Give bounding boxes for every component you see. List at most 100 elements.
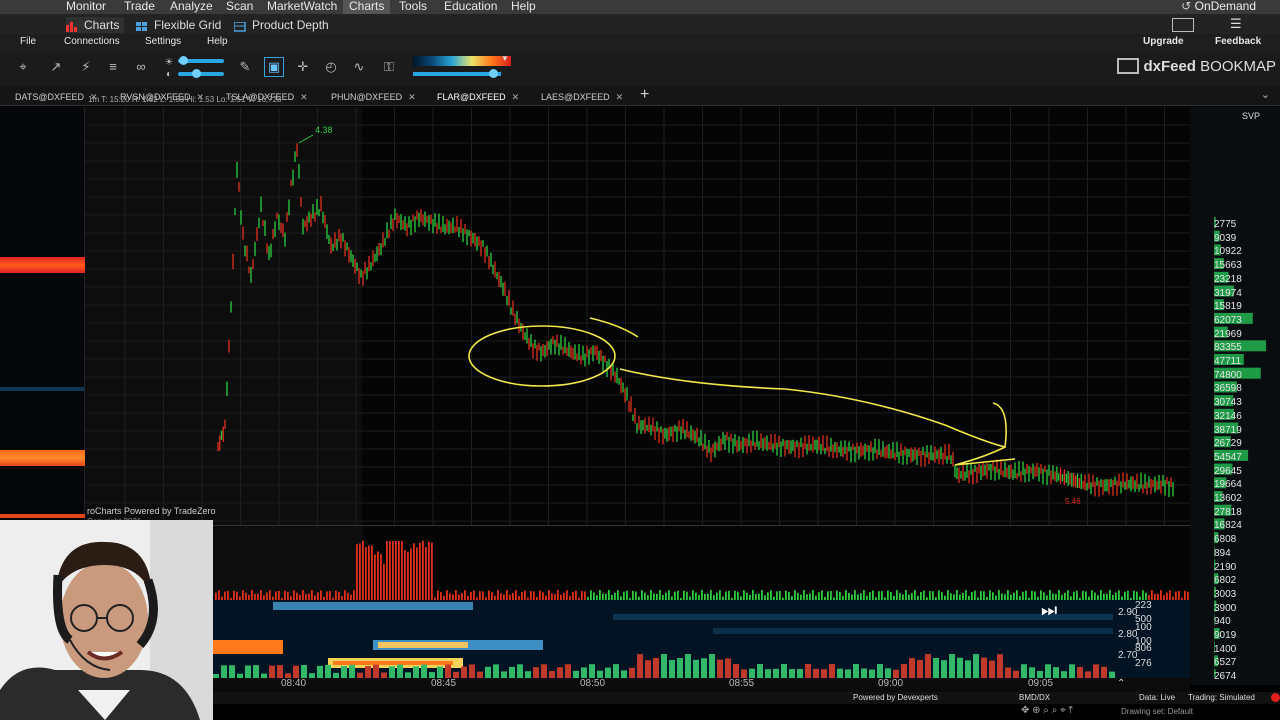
liquidity-band — [378, 642, 468, 648]
svp-value: 940 — [1214, 616, 1231, 628]
menu-education[interactable]: Education — [444, 0, 497, 14]
strategy-icon[interactable]: ⚡ — [77, 58, 95, 76]
heatmap-volume-bar — [773, 668, 779, 678]
chat-icon[interactable]: ▣ — [264, 57, 284, 77]
heatmap-volume-bar — [701, 658, 707, 678]
heatmap-volume-bar — [661, 654, 667, 678]
price-chart-svg: 4.38 5.46 roCharts Powered by TradeZero … — [85, 107, 1190, 526]
symbol-tab[interactable]: DATS@DXFEED ✕ — [15, 92, 98, 103]
grid-icon — [136, 20, 148, 31]
symbol-tab-label: PHUN@DXFEED — [331, 92, 403, 102]
tab-product-depth[interactable]: Product Depth — [233, 17, 329, 33]
heatmap-volume-bar — [981, 657, 987, 678]
svp-value: 894 — [1214, 547, 1231, 559]
heatmap-volume-bar — [917, 659, 923, 678]
close-icon[interactable]: ✕ — [512, 92, 520, 102]
bookmap-heatmap[interactable]: ⏭ 223 2.90 500 100 2.80 100 806 2.70 276 — [213, 600, 1190, 678]
menu-bookmap-help[interactable]: Help — [207, 36, 228, 47]
upgrade-link[interactable]: Upgrade — [1143, 36, 1184, 47]
heatmap-volume-bar — [549, 671, 555, 678]
heatmap-volume-bar — [989, 660, 995, 678]
heatmap-volume-bar — [717, 659, 723, 678]
timer-icon[interactable]: ◴ — [322, 58, 340, 76]
menu-settings[interactable]: Settings — [145, 36, 181, 47]
menu-scan[interactable]: Scan — [226, 0, 253, 14]
heatmap-volume-bar — [581, 667, 587, 678]
snapshot-icon[interactable]: ⌖ — [14, 58, 32, 76]
menu-file[interactable]: File — [20, 36, 36, 47]
volume-svg — [213, 526, 1189, 601]
svp-value: 74800 — [1214, 369, 1242, 381]
heatmap-volume-bar — [1021, 664, 1027, 678]
contrast-slider[interactable] — [178, 69, 224, 78]
price-chart[interactable]: 4.38 5.46 roCharts Powered by TradeZero … — [85, 95, 1190, 526]
time-label: 09:05 — [1028, 678, 1054, 689]
heatmap-volume-bar — [557, 667, 563, 678]
symbol-tab-active[interactable]: FLAR@DXFEED ✕ — [437, 92, 519, 103]
heatmap-range-slider[interactable] — [413, 69, 501, 78]
bar-chart-icon — [66, 20, 78, 32]
record-icon[interactable] — [1271, 693, 1280, 702]
symbol-tab[interactable]: PHUN@DXFEED ✕ — [331, 92, 416, 103]
close-icon[interactable]: ✕ — [300, 92, 308, 102]
chevron-up-icon[interactable]: ⌃ — [1117, 678, 1125, 689]
heatmap-volume-bar — [461, 666, 467, 678]
webcam-person-image — [0, 520, 213, 720]
heatmap-volume-bar — [277, 665, 283, 678]
menu-monitor[interactable]: Monitor — [66, 0, 106, 14]
layers-icon[interactable]: ≡ — [104, 58, 122, 76]
window-frame-icon[interactable] — [1172, 18, 1194, 32]
pencil-icon[interactable]: ✎ — [236, 58, 254, 76]
heatmap-volume-bar — [365, 666, 371, 678]
liquidity-level — [0, 514, 85, 518]
svp-value: 6808 — [1214, 534, 1237, 546]
menu-trade[interactable]: Trade — [124, 0, 155, 14]
heatmap-volume-bar — [589, 664, 595, 678]
share-icon[interactable]: ↗ — [47, 58, 65, 76]
depth-icon — [233, 20, 246, 32]
time-label: 08:50 — [580, 678, 606, 689]
volume-bar — [401, 541, 403, 601]
feedback-link[interactable]: Feedback — [1215, 36, 1261, 47]
svp-value: 9039 — [1214, 232, 1237, 244]
close-icon[interactable]: ✕ — [616, 92, 624, 102]
tab-charts-label: Charts — [84, 18, 120, 32]
hamburger-menu-icon[interactable]: ☰ — [1230, 16, 1242, 32]
svp-value: 47711 — [1214, 356, 1242, 367]
add-tab-icon[interactable]: + — [640, 86, 649, 104]
tab-charts[interactable]: Charts — [66, 17, 124, 33]
dxfeed-bookmap-logo: dxFeed BOOKMAP — [1117, 58, 1276, 75]
menu-tools[interactable]: Tools — [399, 0, 427, 14]
svp-value: 6802 — [1214, 575, 1237, 587]
volume-bar — [425, 547, 427, 601]
svp-value: 19664 — [1214, 479, 1242, 491]
heatmap-volume-bar — [637, 654, 643, 678]
menu-connections[interactable]: Connections — [64, 36, 120, 47]
heatmap-volume-bar — [757, 664, 763, 678]
ondemand-button[interactable]: ↺ OnDemand — [1181, 0, 1256, 13]
svp-value: 23218 — [1214, 273, 1242, 285]
lock-icon[interactable]: ⚿ — [380, 58, 398, 76]
volume-bar — [422, 540, 424, 601]
indicator-icon[interactable]: ∿ — [350, 58, 368, 76]
liquidity-band — [333, 661, 453, 665]
close-icon[interactable]: ✕ — [408, 92, 416, 102]
tab-flexible-grid[interactable]: Flexible Grid — [136, 17, 221, 33]
dropdown-icon[interactable]: ▼ — [501, 54, 509, 63]
heatmap-volume-bar — [493, 664, 499, 678]
heatmap-volume-bar — [485, 666, 491, 678]
crosshair-icon[interactable]: ✛ — [294, 58, 312, 76]
brightness-slider[interactable] — [178, 56, 224, 65]
data-status: Data: Live — [1139, 693, 1176, 702]
menu-charts[interactable]: Charts — [343, 0, 391, 14]
menu-marketwatch[interactable]: MarketWatch — [267, 0, 337, 14]
chevron-down-icon[interactable]: ⌄ — [1261, 88, 1270, 101]
menu-help[interactable]: Help — [511, 0, 536, 14]
link-icon[interactable]: ∞ — [132, 58, 150, 76]
skip-to-end-icon[interactable]: ⏭ — [1041, 600, 1057, 621]
ondemand-label: OnDemand — [1194, 0, 1256, 13]
heatmap-color-scale[interactable] — [413, 56, 511, 66]
drawing-tools-icons[interactable]: ✥ ⊕ ⌕ ⌕ ⌖ ⤒ — [1021, 705, 1073, 716]
menu-analyze[interactable]: Analyze — [170, 0, 213, 14]
symbol-tab[interactable]: LAES@DXFEED ✕ — [541, 92, 623, 103]
